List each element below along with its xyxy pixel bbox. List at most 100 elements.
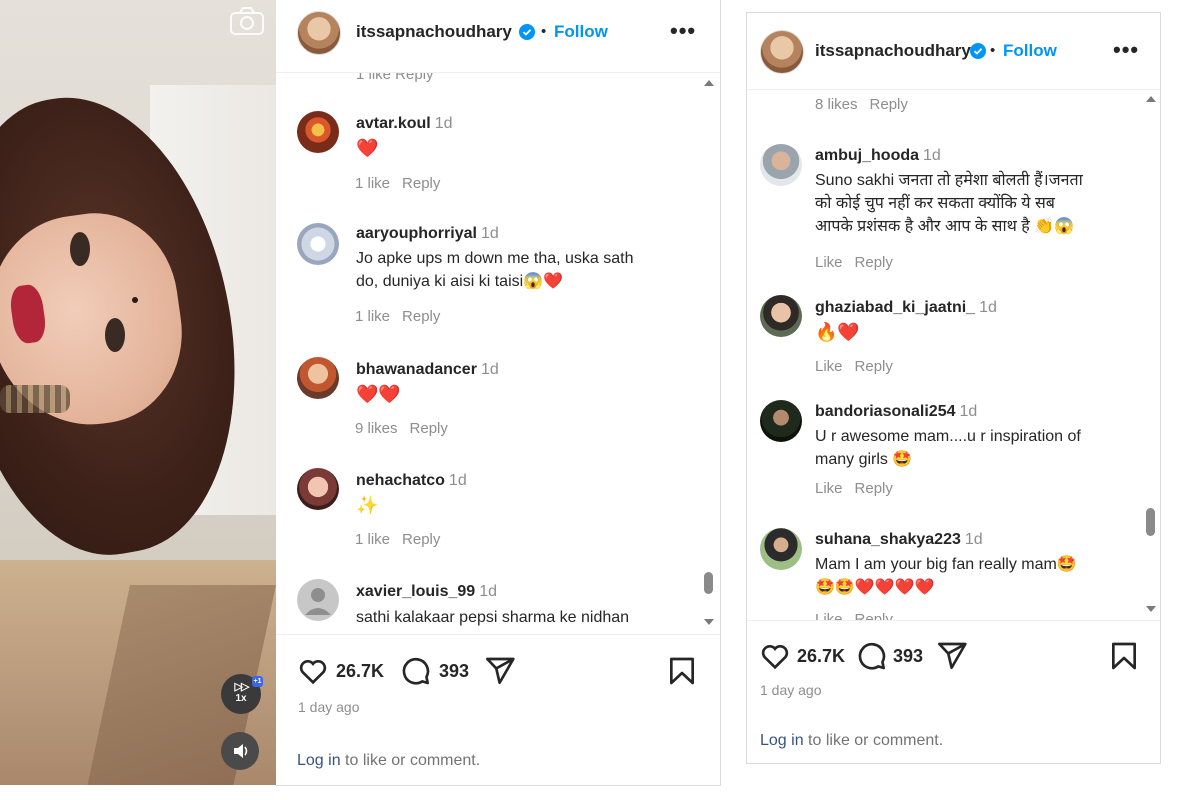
reply-button[interactable]: Reply [855, 358, 893, 375]
login-prompt-text: to like or comment. [803, 732, 944, 749]
comment-time[interactable]: 1d [965, 531, 983, 548]
comment-icon[interactable] [399, 655, 431, 687]
comment-likes[interactable]: 1 like [355, 308, 390, 325]
comment-username[interactable]: avtar.koul 1d [356, 115, 453, 133]
avatar[interactable] [297, 223, 339, 265]
comment-username-text[interactable]: aaryouphorriyal [356, 225, 477, 242]
scroll-up-arrow-icon[interactable] [704, 80, 714, 86]
scroll-up-arrow-icon[interactable] [1146, 96, 1156, 102]
camera-icon[interactable] [229, 6, 265, 36]
playback-speed-button[interactable]: ▷▷ 1x +1 [221, 674, 263, 714]
comment-username[interactable]: aaryouphorriyal 1d [356, 225, 499, 243]
avatar[interactable] [297, 11, 341, 55]
comments-scrollbar[interactable] [701, 73, 717, 633]
more-options-icon[interactable]: ••• [1113, 37, 1139, 63]
comments-list: 1 like Reply avtar.koul 1d ❤️ 1 like Reply… [276, 73, 720, 633]
comment-text-line: को कोई चुप नहीं कर सकता क्योंकि ये सब [815, 195, 1055, 212]
follow-button[interactable]: Follow [1003, 41, 1057, 61]
comment-likes[interactable]: 1 like [355, 175, 390, 192]
reply-button[interactable]: Reply [402, 531, 440, 548]
bookmark-icon[interactable] [666, 655, 698, 687]
comment-time[interactable]: 1d [960, 403, 978, 420]
post-username[interactable]: itssapnachoudhary [356, 22, 512, 42]
comment-username-text[interactable]: avtar.koul [356, 115, 431, 132]
comment-username[interactable]: xavier_louis_99 1d [356, 583, 497, 601]
bookmark-icon[interactable] [1108, 640, 1140, 672]
scroll-down-arrow-icon[interactable] [704, 619, 714, 625]
likes-count[interactable]: 26.7K [336, 661, 384, 682]
like-comment-button[interactable]: Like [815, 254, 843, 271]
reply-button[interactable]: Reply [855, 480, 893, 497]
comment-username[interactable]: bhawanadancer 1d [356, 361, 499, 379]
comment-time[interactable]: 1d [979, 299, 997, 316]
comment-username-text[interactable]: ghaziabad_ki_jaatni_ [815, 299, 975, 316]
reply-button[interactable]: Reply [410, 420, 448, 437]
comment-text: Jo apke ups m down me tha, uska sath do,… [356, 247, 686, 293]
comment-time[interactable]: 1d [481, 225, 499, 242]
comment-username[interactable]: suhana_shakya223 1d [815, 531, 983, 549]
separator-dot: • [990, 42, 996, 59]
comment-time[interactable]: 1d [435, 115, 453, 132]
avatar[interactable] [297, 357, 339, 399]
heart-icon[interactable] [297, 655, 329, 687]
heart-icon[interactable] [759, 640, 791, 672]
reel-video[interactable]: ▷▷ 1x +1 [0, 0, 276, 785]
avatar[interactable] [760, 144, 802, 186]
comment-time[interactable]: 1d [479, 583, 497, 600]
avatar[interactable] [297, 579, 339, 621]
comment-username-text[interactable]: suhana_shakya223 [815, 531, 961, 548]
comment-username-text[interactable]: bandoriasonali254 [815, 403, 956, 420]
comments-count[interactable]: 393 [439, 661, 469, 682]
scrollbar-thumb[interactable] [704, 572, 713, 594]
comment-meta: 1 like Reply [355, 175, 440, 192]
likes-count[interactable]: 26.7K [797, 646, 845, 667]
avatar[interactable] [760, 400, 802, 442]
comment-likes[interactable]: 1 like [355, 531, 390, 548]
comment-icon[interactable] [855, 640, 887, 672]
post-time-ago[interactable]: 1 day ago [760, 682, 822, 698]
comment-text-line: आपके प्रशंसक है और आप के साथ है 👏😱 [815, 218, 1075, 235]
comment-username[interactable]: ambuj_hooda 1d [815, 147, 941, 165]
comment-text-line: do, duniya ki aisi ki taisi😱❤️ [356, 273, 564, 290]
comment-time[interactable]: 1d [449, 472, 467, 489]
avatar[interactable] [760, 30, 804, 74]
comment-username-text[interactable]: nehachatco [356, 472, 445, 489]
avatar[interactable] [760, 295, 802, 337]
reply-button[interactable]: Reply [855, 611, 893, 620]
comment-username[interactable]: nehachatco 1d [356, 472, 467, 490]
comment-username-text[interactable]: ambuj_hooda [815, 147, 919, 164]
like-comment-button[interactable]: Like [815, 358, 843, 375]
avatar[interactable] [297, 111, 339, 153]
scrollbar-thumb[interactable] [1146, 508, 1155, 536]
scroll-down-arrow-icon[interactable] [1146, 606, 1156, 612]
share-icon[interactable] [936, 640, 968, 672]
reply-button[interactable]: Reply [402, 308, 440, 325]
comment-username-text[interactable]: xavier_louis_99 [356, 583, 475, 600]
comments-scrollbar[interactable] [1143, 90, 1159, 620]
comment-likes[interactable]: 8 likes [815, 96, 858, 113]
avatar[interactable] [297, 468, 339, 510]
comment-text-line: U r awesome mam....u r inspiration of [815, 428, 1081, 445]
follow-button[interactable]: Follow [554, 22, 608, 42]
post-time-ago[interactable]: 1 day ago [298, 699, 360, 715]
reply-button[interactable]: Reply [402, 175, 440, 192]
login-link[interactable]: Log in [760, 732, 804, 749]
comments-count[interactable]: 393 [893, 646, 923, 667]
comment-time[interactable]: 1d [923, 147, 941, 164]
share-icon[interactable] [484, 655, 516, 687]
avatar[interactable] [760, 528, 802, 570]
reply-button[interactable]: Reply [855, 254, 893, 271]
volume-button[interactable] [221, 732, 259, 770]
comment-username[interactable]: bandoriasonali254 1d [815, 403, 977, 421]
like-comment-button[interactable]: Like [815, 611, 843, 620]
login-link[interactable]: Log in [297, 752, 341, 769]
reply-button[interactable]: Reply [870, 96, 908, 113]
comment-meta: Like Reply [815, 254, 893, 271]
comment-username[interactable]: ghaziabad_ki_jaatni_ 1d [815, 299, 997, 317]
post-username[interactable]: itssapnachoudhary [815, 41, 971, 61]
comment-time[interactable]: 1d [481, 361, 499, 378]
comment-likes[interactable]: 9 likes [355, 420, 398, 437]
comment-username-text[interactable]: bhawanadancer [356, 361, 477, 378]
more-options-icon[interactable]: ••• [670, 18, 696, 44]
like-comment-button[interactable]: Like [815, 480, 843, 497]
